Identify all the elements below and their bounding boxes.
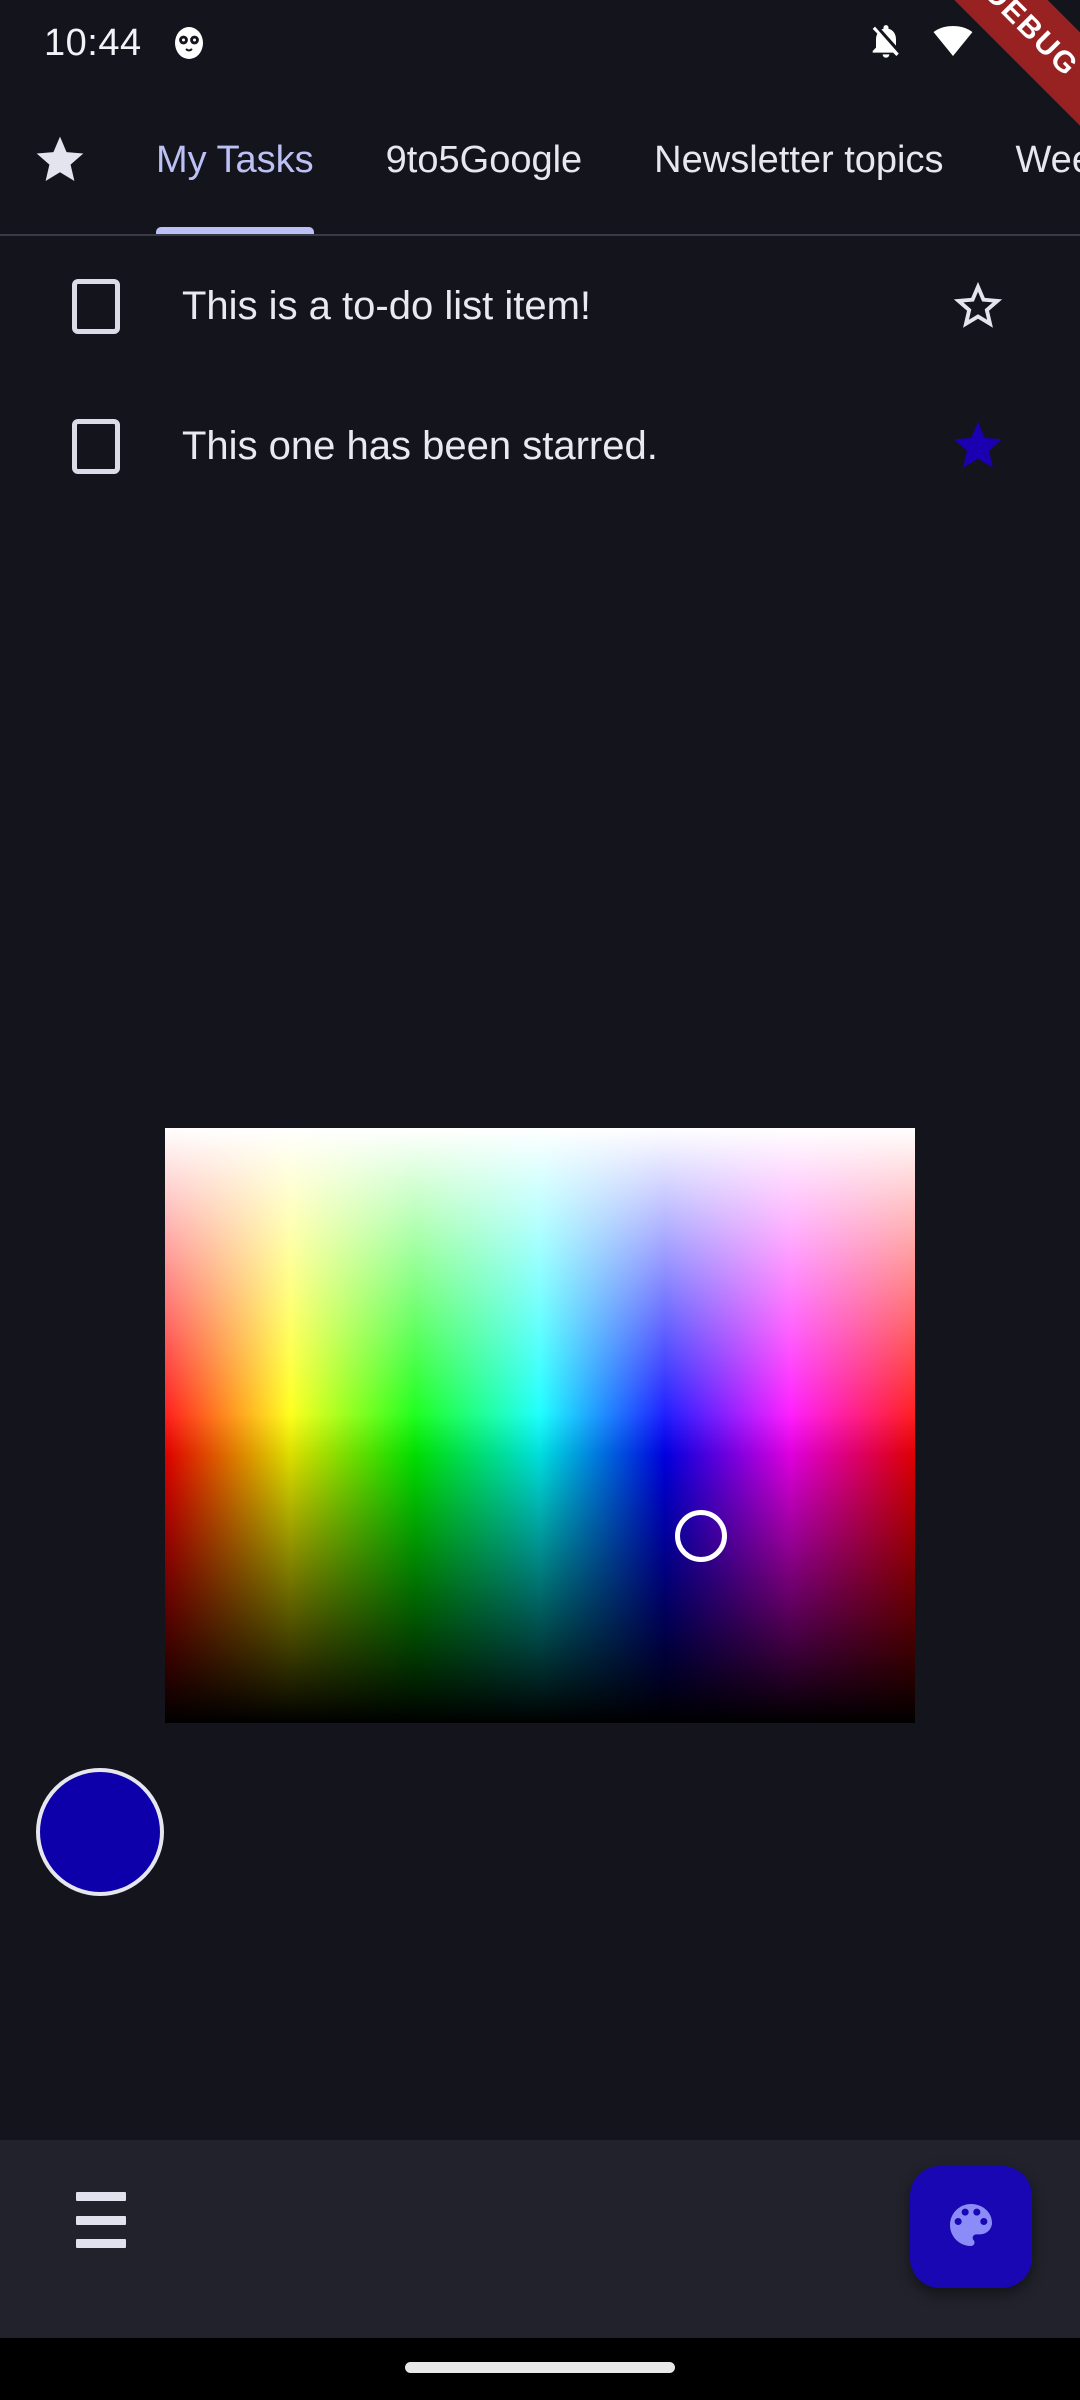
tab-my-tasks[interactable]: My Tasks xyxy=(120,84,350,236)
starred-tab-icon[interactable] xyxy=(0,84,120,236)
tab-label: Weekly xyxy=(1015,138,1080,181)
tab-row: My Tasks 9to5Google Newsletter topics We… xyxy=(0,84,1080,236)
task-row[interactable]: This is a to-do list item! xyxy=(0,236,1080,376)
tab-newsletter-topics[interactable]: Newsletter topics xyxy=(618,84,979,236)
tab-weekly[interactable]: Weekly xyxy=(980,84,1080,236)
star-filled-icon[interactable] xyxy=(946,414,1010,478)
tab-label: Newsletter topics xyxy=(654,138,944,181)
owl-icon xyxy=(172,26,206,60)
unchecked-checkbox-icon[interactable] xyxy=(72,278,120,334)
task-label: This one has been starred. xyxy=(182,423,658,468)
color-palette-fab[interactable] xyxy=(910,2166,1032,2288)
menu-line xyxy=(76,2215,126,2225)
hamburger-menu-icon[interactable] xyxy=(76,2192,126,2248)
task-row[interactable]: This one has been starred. xyxy=(0,376,1080,516)
palette-icon xyxy=(943,2197,999,2258)
tab-label: My Tasks xyxy=(156,138,314,181)
status-bar: 10:44 DEBUG xyxy=(0,0,1080,212)
home-gesture-pill[interactable] xyxy=(405,2362,675,2373)
black-gradient-overlay xyxy=(165,1128,915,1723)
tab-9to5google[interactable]: 9to5Google xyxy=(350,84,619,236)
notifications-off-icon xyxy=(866,21,906,61)
star-outline-icon[interactable] xyxy=(946,274,1010,338)
menu-line xyxy=(76,2239,126,2248)
menu-line xyxy=(76,2192,126,2201)
unchecked-checkbox-icon[interactable] xyxy=(72,418,120,474)
color-cursor-icon[interactable] xyxy=(675,1510,727,1562)
navigation-area xyxy=(0,2338,1080,2400)
status-clock: 10:44 xyxy=(44,22,142,64)
color-picker[interactable]: RGB R 13 G 0 B 171 xyxy=(0,1090,1080,2386)
saturation-value-area[interactable] xyxy=(165,1128,915,1723)
task-label: This is a to-do list item! xyxy=(182,283,592,328)
battery-charging-icon xyxy=(1000,21,1040,61)
wifi-icon xyxy=(933,21,973,61)
tab-label: 9to5Google xyxy=(385,138,583,181)
color-preview-swatch xyxy=(36,1768,164,1896)
phone-screen: 10:44 DEBUG My Tasks 9to5Google Newslett… xyxy=(0,0,1080,2400)
status-icons xyxy=(866,21,1040,61)
tab-bar[interactable]: My Tasks 9to5Google Newsletter topics We… xyxy=(0,84,1080,236)
